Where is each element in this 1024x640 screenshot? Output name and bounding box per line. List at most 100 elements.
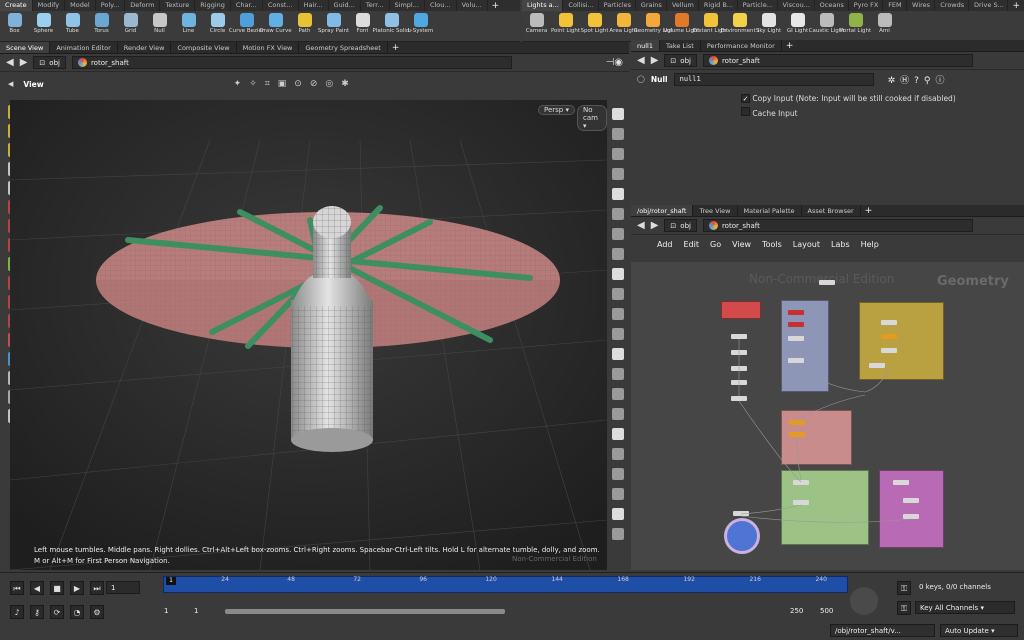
keyframe-button[interactable]: ⚷ [30, 605, 44, 619]
viewport-display-icon[interactable] [612, 188, 624, 200]
shelf-tool-grid[interactable]: Grid [116, 11, 145, 42]
current-frame-field[interactable]: 1 [106, 581, 140, 594]
menu-tools[interactable]: Tools [762, 240, 782, 249]
pin-icon[interactable]: ⊣◉ [606, 57, 623, 68]
viewport-display-icon[interactable] [612, 148, 624, 160]
shelf-tool-tube[interactable]: Tube [58, 11, 87, 42]
tab-obj-rotor-shaft[interactable]: /obj/rotor_shaft [631, 205, 694, 216]
viewport-display-icon[interactable] [612, 428, 624, 440]
realtime-button[interactable]: ◔ [70, 605, 84, 619]
tab-hair[interactable]: Hair... [299, 0, 329, 11]
shelf-tool-spot-light[interactable]: Spot Light [580, 11, 609, 42]
shelf-tool-sky-light[interactable]: Sky Light [754, 11, 783, 42]
shelf-tool-box[interactable]: Box [0, 11, 29, 42]
tab-volu[interactable]: Volu... [457, 0, 488, 11]
shelf-tool-point-light[interactable]: Point Light [551, 11, 580, 42]
range-end-field-2[interactable]: 500 [816, 605, 844, 618]
3d-viewport[interactable]: Persp ▾ No cam ▾ Non-Commercial Edition [10, 100, 607, 570]
tab-vellum[interactable]: Vellum [667, 0, 699, 11]
shelf-tool-l-system[interactable]: L-System [406, 11, 435, 42]
key-all-icon[interactable]: ⚿ [897, 601, 911, 615]
add-tab-icon[interactable]: + [861, 205, 877, 216]
viewport-display-icon[interactable] [612, 508, 624, 520]
viewport-display-icon[interactable] [612, 388, 624, 400]
viewport-display-icon[interactable] [612, 408, 624, 420]
shelf-tool-volume-light[interactable]: Volume Light [664, 11, 699, 42]
tab-lights-a[interactable]: Lights a... [522, 0, 564, 11]
menu-view[interactable]: View [732, 240, 751, 249]
key-all-channels-button[interactable]: Key All Channels ▾ [915, 601, 1015, 614]
shelf-tool-null[interactable]: Null [145, 11, 174, 42]
tab-particle[interactable]: Particle... [738, 0, 778, 11]
add-tab-icon[interactable]: + [782, 40, 798, 51]
play-reverse-button[interactable]: ◀ [30, 581, 44, 595]
tab-grains[interactable]: Grains [636, 0, 667, 11]
tab-render-view[interactable]: Render View [118, 42, 172, 53]
menu-labs[interactable]: Labs [831, 240, 850, 249]
keys-icon[interactable]: ⚿ [897, 581, 911, 595]
tab-motion-fx-view[interactable]: Motion FX View [237, 42, 300, 53]
viewport-display-icon[interactable] [612, 328, 624, 340]
tab-char[interactable]: Char... [231, 0, 263, 11]
shelf-tool-geometry-light[interactable]: Geometry Light [634, 11, 672, 42]
shelf-tool-spray-paint[interactable]: Spray Paint [318, 11, 349, 42]
add-tab-icon[interactable]: + [1008, 0, 1024, 11]
viewport-display-icon[interactable] [612, 368, 624, 380]
settings-icon[interactable]: ⚙ [90, 605, 104, 619]
shelf-tool-sphere[interactable]: Sphere [29, 11, 58, 42]
shelf-tool-torus[interactable]: Torus [87, 11, 116, 42]
tab-simpl[interactable]: Simpl... [390, 0, 425, 11]
menu-layout[interactable]: Layout [793, 240, 820, 249]
menu-go[interactable]: Go [710, 240, 721, 249]
shelf-tool-environment-light[interactable]: Environment Light [721, 11, 759, 42]
parameter-header-icons[interactable]: ✲Ⓗ?⚲ⓘ [888, 73, 950, 86]
tab-fem[interactable]: FEM [883, 0, 908, 11]
shelf-tool-area-light[interactable]: Area Light [609, 11, 638, 42]
viewport-display-icon[interactable] [612, 108, 624, 120]
path-node-chip[interactable]: rotor_shaft [71, 56, 512, 69]
tab-asset-browser[interactable]: Asset Browser [802, 205, 861, 216]
viewport-display-icon[interactable] [612, 488, 624, 500]
camera-menu[interactable]: No cam ▾ [577, 105, 607, 131]
shelf-tool-font[interactable]: Font [348, 11, 377, 42]
play-button[interactable]: ▶ [70, 581, 84, 595]
path-root-chip[interactable]: ⊡ obj [664, 219, 697, 232]
viewport-display-icon[interactable] [612, 448, 624, 460]
shelf-tool-distant-light[interactable]: Distant Light [693, 11, 728, 42]
tab-rigid-b[interactable]: Rigid B... [699, 0, 738, 11]
timeline-ruler[interactable]: 24 48 72 96 120 144 168 192 216 240 1 [163, 576, 848, 593]
snap-icon[interactable] [850, 587, 878, 615]
network-editor-canvas[interactable]: Non-Commercial Edition Geometry [631, 262, 1024, 570]
viewport-display-icon[interactable] [612, 168, 624, 180]
viewport-display-icon[interactable] [612, 468, 624, 480]
path-root-chip[interactable]: ⊡ obj [33, 56, 66, 69]
tab-geometry-spreadsheet[interactable]: Geometry Spreadsheet [299, 42, 388, 53]
stop-button[interactable]: ■ [50, 581, 64, 595]
audio-button[interactable]: ♪ [10, 605, 24, 619]
menu-add[interactable]: Add [657, 240, 673, 249]
tab-poly[interactable]: Poly... [96, 0, 126, 11]
tab-pyro-fx[interactable]: Pyro FX [849, 0, 884, 11]
back-arrow-icon[interactable]: ◀ [6, 57, 14, 68]
tab-guid[interactable]: Guid... [329, 0, 361, 11]
tab-null1[interactable]: null1 [631, 40, 660, 51]
tab-performance-monitor[interactable]: Performance Monitor [701, 40, 782, 51]
forward-arrow-icon[interactable]: ▶ [651, 55, 659, 66]
menu-help[interactable]: Help [861, 240, 879, 249]
tab-deform[interactable]: Deform [125, 0, 161, 11]
tab-terr[interactable]: Terr... [361, 0, 390, 11]
add-tab-icon[interactable]: + [488, 0, 504, 11]
loop-button[interactable]: ⟳ [50, 605, 64, 619]
path-root-chip[interactable]: ⊡ obj [664, 54, 697, 67]
viewport-display-icon[interactable] [612, 528, 624, 540]
add-tab-icon[interactable]: + [388, 42, 404, 53]
tab-clou[interactable]: Clou... [425, 0, 457, 11]
shelf-tool-platonic-solids[interactable]: Platonic Solids [373, 11, 411, 42]
viewport-display-icon[interactable] [612, 248, 624, 260]
range-end-field[interactable]: 250 [786, 605, 814, 618]
viewport-display-icon[interactable] [612, 308, 624, 320]
shelf-tool-circle[interactable]: Circle [203, 11, 232, 42]
tab-create[interactable]: Create [0, 0, 33, 11]
shelf-tool-curve-bezier[interactable]: Curve Bezier [229, 11, 264, 42]
shelf-tool-portal-light[interactable]: Portal Light [840, 11, 871, 42]
